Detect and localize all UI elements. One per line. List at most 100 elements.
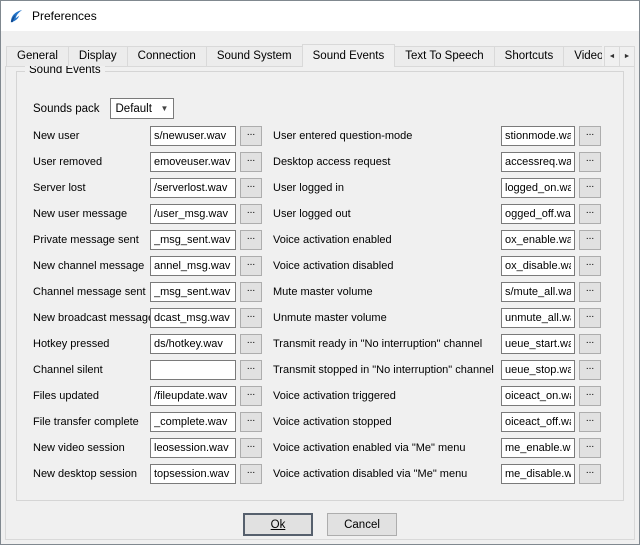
browse-button[interactable]: ... xyxy=(240,256,262,276)
sound-event-row: Unmute master volume... xyxy=(273,308,601,328)
browse-button[interactable]: ... xyxy=(579,438,601,458)
sound-file-input[interactable] xyxy=(150,282,236,302)
tab-shortcuts[interactable]: Shortcuts xyxy=(494,46,565,66)
browse-button[interactable]: ... xyxy=(240,126,262,146)
browse-button[interactable]: ... xyxy=(240,178,262,198)
sound-event-label: File transfer complete xyxy=(33,416,150,428)
tab-connection[interactable]: Connection xyxy=(127,46,207,66)
sound-event-row: New video session... xyxy=(33,438,262,458)
sound-file-input[interactable] xyxy=(150,308,236,328)
sound-file-input[interactable] xyxy=(501,256,575,276)
sound-file-input[interactable] xyxy=(150,334,236,354)
sound-file-input[interactable] xyxy=(150,204,236,224)
browse-button[interactable]: ... xyxy=(240,230,262,250)
sound-event-row: New broadcast message... xyxy=(33,308,262,328)
browse-button[interactable]: ... xyxy=(240,204,262,224)
sound-event-row: Mute master volume... xyxy=(273,282,601,302)
sound-file-input[interactable] xyxy=(150,386,236,406)
browse-button[interactable]: ... xyxy=(240,308,262,328)
sound-event-row: Voice activation stopped... xyxy=(273,412,601,432)
sound-file-input[interactable] xyxy=(150,230,236,250)
chevron-down-icon: ▼ xyxy=(157,104,173,113)
sound-file-input[interactable] xyxy=(501,386,575,406)
sound-event-label: Transmit stopped in "No interruption" ch… xyxy=(273,364,501,376)
browse-button[interactable]: ... xyxy=(579,282,601,302)
sound-event-row: Channel silent... xyxy=(33,360,262,380)
browse-button[interactable]: ... xyxy=(240,386,262,406)
tab-bar: GeneralDisplayConnectionSound SystemSoun… xyxy=(6,44,602,67)
sound-file-input[interactable] xyxy=(501,152,575,172)
browse-button[interactable]: ... xyxy=(240,152,262,172)
sound-file-input[interactable] xyxy=(150,464,236,484)
sound-event-label: New user message xyxy=(33,208,150,220)
browse-button[interactable]: ... xyxy=(579,178,601,198)
sound-file-input[interactable] xyxy=(150,438,236,458)
sound-event-label: Transmit ready in "No interruption" chan… xyxy=(273,338,501,350)
browse-button[interactable]: ... xyxy=(240,464,262,484)
sound-event-row: User logged out... xyxy=(273,204,601,224)
sound-event-label: Voice activation stopped xyxy=(273,416,501,428)
sound-file-input[interactable] xyxy=(501,230,575,250)
cancel-button[interactable]: Cancel xyxy=(327,513,397,536)
browse-button[interactable]: ... xyxy=(579,204,601,224)
browse-button[interactable]: ... xyxy=(579,464,601,484)
browse-button[interactable]: ... xyxy=(240,282,262,302)
sound-file-input[interactable] xyxy=(150,178,236,198)
sound-file-input[interactable] xyxy=(501,126,575,146)
tab-text-to-speech[interactable]: Text To Speech xyxy=(394,46,494,66)
browse-button[interactable]: ... xyxy=(579,126,601,146)
browse-button[interactable]: ... xyxy=(240,412,262,432)
tab-general[interactable]: General xyxy=(6,46,69,66)
tab-scroll-buttons: ◄ ► xyxy=(605,46,635,67)
tab-sound-system[interactable]: Sound System xyxy=(206,46,303,66)
sound-file-input[interactable] xyxy=(501,282,575,302)
browse-button[interactable]: ... xyxy=(240,438,262,458)
browse-button[interactable]: ... xyxy=(579,334,601,354)
sound-file-input[interactable] xyxy=(501,308,575,328)
dialog-body: GeneralDisplayConnectionSound SystemSoun… xyxy=(1,31,639,544)
sound-file-input[interactable] xyxy=(150,152,236,172)
sound-event-label: New broadcast message xyxy=(33,312,150,324)
sound-event-label: Channel silent xyxy=(33,364,150,376)
tab-scroll-left-button[interactable]: ◄ xyxy=(604,46,620,67)
browse-button[interactable]: ... xyxy=(579,152,601,172)
sound-file-input[interactable] xyxy=(501,438,575,458)
sound-event-row: Private message sent... xyxy=(33,230,262,250)
browse-button[interactable]: ... xyxy=(240,360,262,380)
browse-button[interactable]: ... xyxy=(579,256,601,276)
sound-events-left-column: New user...User removed...Server lost...… xyxy=(33,126,262,490)
tab-video[interactable]: Video xyxy=(563,46,602,66)
sound-event-label: User logged in xyxy=(273,182,501,194)
sound-file-input[interactable] xyxy=(501,464,575,484)
browse-button[interactable]: ... xyxy=(579,230,601,250)
app-icon xyxy=(9,8,25,24)
sound-event-label: Desktop access request xyxy=(273,156,501,168)
browse-button[interactable]: ... xyxy=(240,334,262,354)
sound-event-label: User removed xyxy=(33,156,150,168)
sound-event-row: User removed... xyxy=(33,152,262,172)
browse-button[interactable]: ... xyxy=(579,412,601,432)
sound-event-label: Voice activation disabled xyxy=(273,260,501,272)
sound-file-input[interactable] xyxy=(501,412,575,432)
browse-button[interactable]: ... xyxy=(579,308,601,328)
sound-file-input[interactable] xyxy=(150,256,236,276)
sound-event-label: User entered question-mode xyxy=(273,130,501,142)
tab-display[interactable]: Display xyxy=(68,46,128,66)
browse-button[interactable]: ... xyxy=(579,360,601,380)
sound-event-label: Voice activation enabled via "Me" menu xyxy=(273,442,501,454)
sound-file-input[interactable] xyxy=(501,178,575,198)
sound-file-input[interactable] xyxy=(501,360,575,380)
tab-sound-events[interactable]: Sound Events xyxy=(302,44,396,67)
sound-file-input[interactable] xyxy=(501,204,575,224)
sound-file-input[interactable] xyxy=(150,412,236,432)
tab-scroll-right-button[interactable]: ► xyxy=(619,46,635,67)
browse-button[interactable]: ... xyxy=(579,386,601,406)
sound-event-row: File transfer complete... xyxy=(33,412,262,432)
sound-file-input[interactable] xyxy=(501,334,575,354)
sounds-pack-select[interactable]: Default ▼ xyxy=(110,98,174,119)
sound-file-input[interactable] xyxy=(150,126,236,146)
sound-event-row: Transmit ready in "No interruption" chan… xyxy=(273,334,601,354)
sound-file-input[interactable] xyxy=(150,360,236,380)
preferences-window: Preferences GeneralDisplayConnectionSoun… xyxy=(0,0,640,545)
ok-button[interactable]: Ok xyxy=(243,513,313,536)
